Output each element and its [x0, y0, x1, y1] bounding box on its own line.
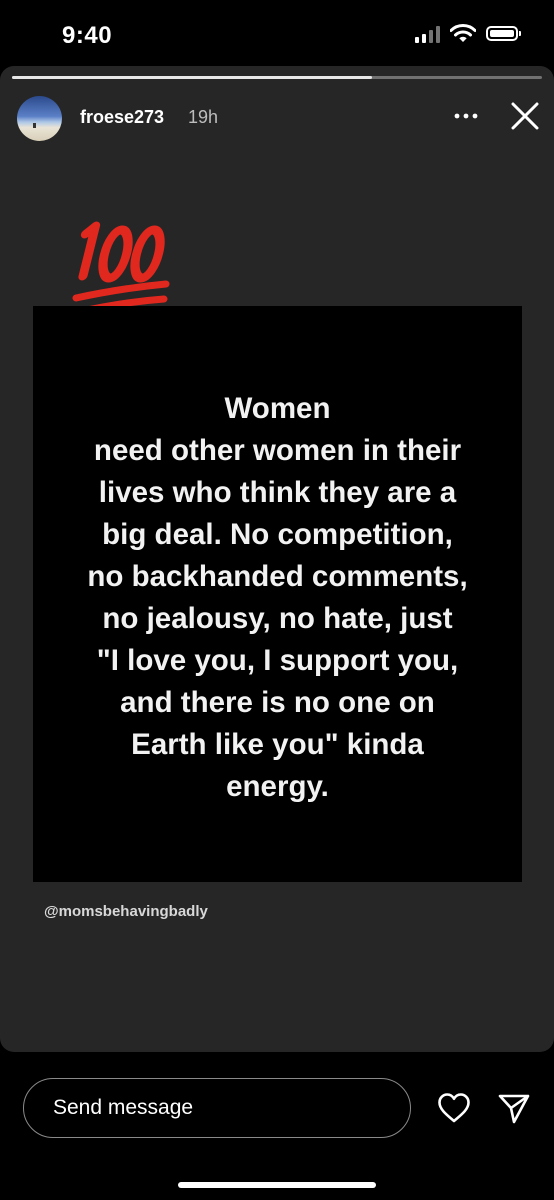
send-message-input[interactable]	[23, 1078, 411, 1138]
close-icon[interactable]	[508, 99, 542, 133]
emoji-100-text: 100	[68, 216, 70, 217]
quote-line: no jealousy, no hate, just	[102, 602, 453, 635]
status-bar: 9:40	[0, 0, 554, 70]
quote-line: and there is no one on	[120, 686, 435, 719]
quote-line: "I love you, I support you,	[96, 644, 459, 677]
home-indicator	[178, 1182, 376, 1188]
quote-line: need other women in their	[93, 434, 462, 467]
cellular-signal-icon	[415, 25, 440, 43]
story-header: froese273 19h	[0, 90, 554, 142]
quote-line: energy.	[226, 770, 329, 803]
send-icon[interactable]	[497, 1092, 531, 1124]
source-credit[interactable]: @momsbehavingbadly	[44, 903, 208, 920]
story-progress-fill	[12, 76, 373, 79]
quote-line: no backhanded comments,	[87, 560, 468, 593]
quote-line: lives who think they are a	[98, 476, 457, 509]
quote-text: Women need other women in their lives wh…	[33, 388, 522, 808]
avatar[interactable]	[17, 96, 62, 141]
quote-image: Women need other women in their lives wh…	[33, 306, 522, 882]
quote-line: Earth like you" kinda	[131, 728, 424, 761]
username[interactable]: froese273	[80, 107, 164, 128]
more-icon[interactable]	[453, 103, 479, 129]
status-icons	[415, 24, 521, 43]
post-time: 19h	[188, 107, 219, 127]
story-viewer[interactable]: froese273 19h 100 Women need other women…	[0, 66, 554, 1052]
heart-icon[interactable]	[437, 1092, 471, 1124]
quote-line: Women	[224, 392, 331, 425]
story-progress-bar	[12, 76, 542, 79]
battery-icon	[486, 26, 521, 41]
wifi-icon	[450, 24, 476, 42]
message-bar	[0, 1052, 554, 1200]
status-time: 9:40	[62, 22, 113, 49]
quote-line: big deal. No competition,	[102, 518, 453, 551]
